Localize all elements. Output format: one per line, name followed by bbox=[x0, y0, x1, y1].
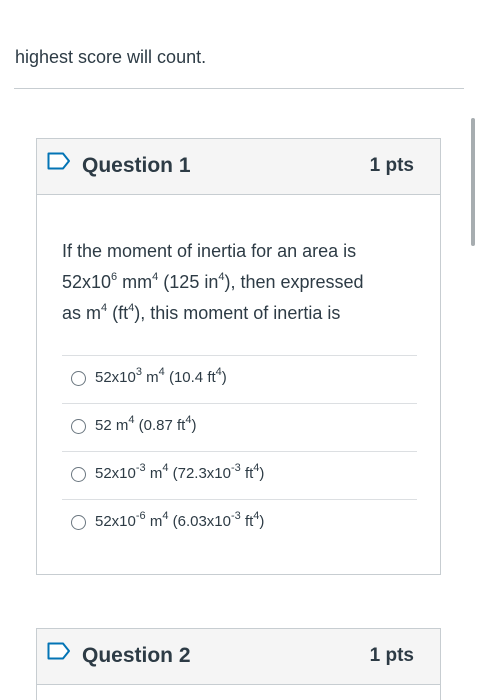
answer-label: 52x10-6 m4 (6.03x10-3 ft4) bbox=[95, 510, 265, 531]
question-text-line: 52x106 mm4 (125 in4), then expressed bbox=[62, 271, 364, 293]
radio-button-icon[interactable] bbox=[71, 515, 86, 530]
question-points: 1 pts bbox=[369, 645, 414, 666]
question-card-1: Question 1 1 pts If the moment of inerti… bbox=[36, 138, 441, 575]
answer-list: 52x103 m4 (10.4 ft4) 52 m4 (0.87 ft4) 52… bbox=[62, 355, 417, 547]
intro-text: highest score will count. bbox=[15, 47, 207, 67]
question-text: If the moment of inertia for an area is … bbox=[62, 236, 412, 329]
answer-label: 52 m4 (0.87 ft4) bbox=[95, 414, 197, 435]
answer-option-3[interactable]: 52x10-3 m4 (72.3x10-3 ft4) bbox=[62, 451, 417, 499]
answer-option-1[interactable]: 52x103 m4 (10.4 ft4) bbox=[62, 355, 417, 403]
question-text-line: as m4 (ft4), this moment of inertia is bbox=[62, 302, 341, 324]
scrollbar[interactable] bbox=[471, 118, 475, 246]
question-header: Question 2 1 pts bbox=[37, 629, 440, 685]
radio-button-icon[interactable] bbox=[71, 467, 86, 482]
radio-button-icon[interactable] bbox=[71, 419, 86, 434]
question-card-2: Question 2 1 pts bbox=[36, 628, 441, 700]
question-text-line: If the moment of inertia for an area is bbox=[62, 241, 357, 261]
answer-label: 52x103 m4 (10.4 ft4) bbox=[95, 366, 227, 387]
question-title: Question 1 bbox=[82, 154, 191, 177]
divider bbox=[14, 88, 464, 89]
question-header: Question 1 1 pts bbox=[37, 139, 440, 195]
answer-option-2[interactable]: 52 m4 (0.87 ft4) bbox=[62, 403, 417, 451]
answer-option-4[interactable]: 52x10-6 m4 (6.03x10-3 ft4) bbox=[62, 499, 417, 547]
question-title: Question 2 bbox=[82, 644, 191, 667]
flag-icon[interactable] bbox=[47, 152, 71, 170]
answer-label: 52x10-3 m4 (72.3x10-3 ft4) bbox=[95, 462, 265, 483]
quiz-page: highest score will count. Question 1 1 p… bbox=[0, 0, 479, 700]
radio-button-icon[interactable] bbox=[71, 371, 86, 386]
flag-icon[interactable] bbox=[47, 642, 71, 660]
question-points: 1 pts bbox=[369, 155, 414, 176]
